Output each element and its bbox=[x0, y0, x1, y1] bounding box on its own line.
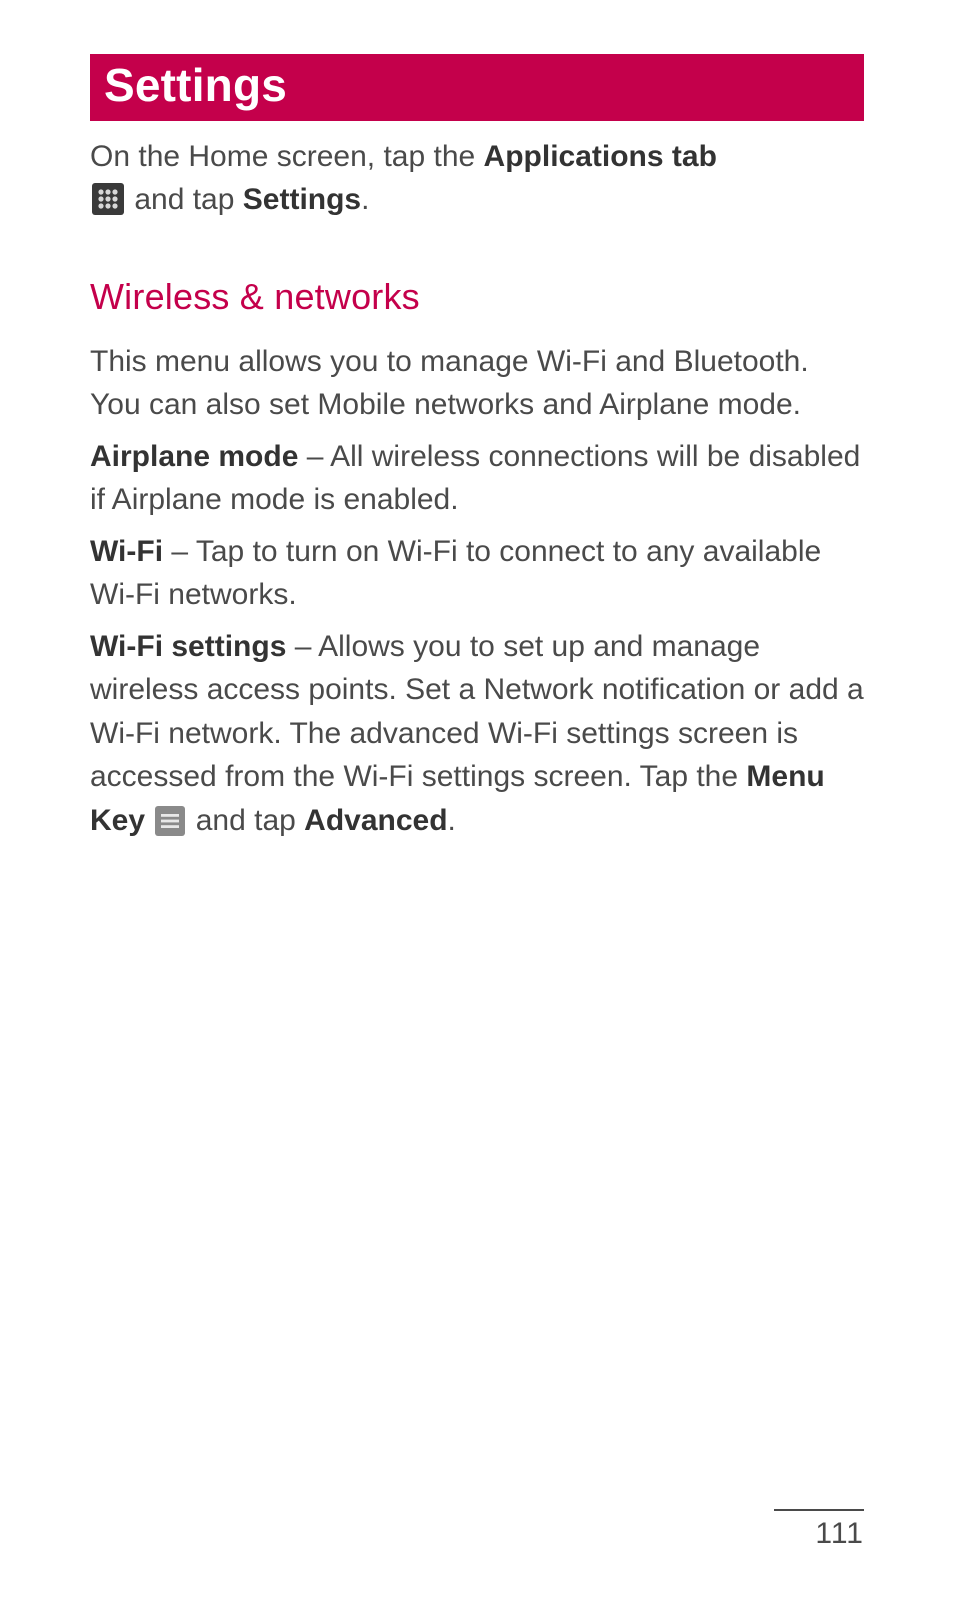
wifi-settings-label: Wi-Fi settings bbox=[90, 630, 286, 663]
advanced-label: Advanced bbox=[304, 804, 447, 837]
page-number-rule bbox=[774, 1509, 864, 1511]
intro-text-post: . bbox=[361, 183, 369, 216]
wifi-text: – Tap to turn on Wi-Fi to connect to any… bbox=[90, 535, 821, 612]
paragraph-overview: This menu allows you to manage Wi-Fi and… bbox=[90, 340, 864, 427]
intro-text-mid: and tap bbox=[126, 183, 243, 216]
paragraph-wifi-settings: Wi-Fi settings – Allows you to set up an… bbox=[90, 625, 864, 843]
manual-page: Settings On the Home screen, tap the App… bbox=[0, 0, 954, 1621]
page-title: Settings bbox=[90, 54, 864, 121]
paragraph-airplane-mode: Airplane mode – All wireless connections… bbox=[90, 435, 864, 522]
wifi-settings-text-c: . bbox=[448, 804, 456, 837]
settings-label: Settings bbox=[243, 183, 361, 216]
intro-paragraph: On the Home screen, tap the Applications… bbox=[90, 135, 864, 222]
wifi-settings-text-b: and tap bbox=[187, 804, 304, 837]
paragraph-wifi: Wi-Fi – Tap to turn on Wi-Fi to connect … bbox=[90, 530, 864, 617]
wifi-label: Wi-Fi bbox=[90, 535, 163, 568]
page-number: 111 bbox=[774, 1517, 864, 1551]
applications-grid-icon bbox=[92, 183, 124, 215]
section-heading-wireless-networks: Wireless & networks bbox=[90, 276, 864, 318]
intro-text-pre: On the Home screen, tap the bbox=[90, 140, 484, 173]
page-number-block: 111 bbox=[774, 1509, 864, 1551]
airplane-mode-label: Airplane mode bbox=[90, 440, 298, 473]
applications-tab-label: Applications tab bbox=[484, 140, 717, 173]
menu-key-icon bbox=[155, 805, 185, 835]
